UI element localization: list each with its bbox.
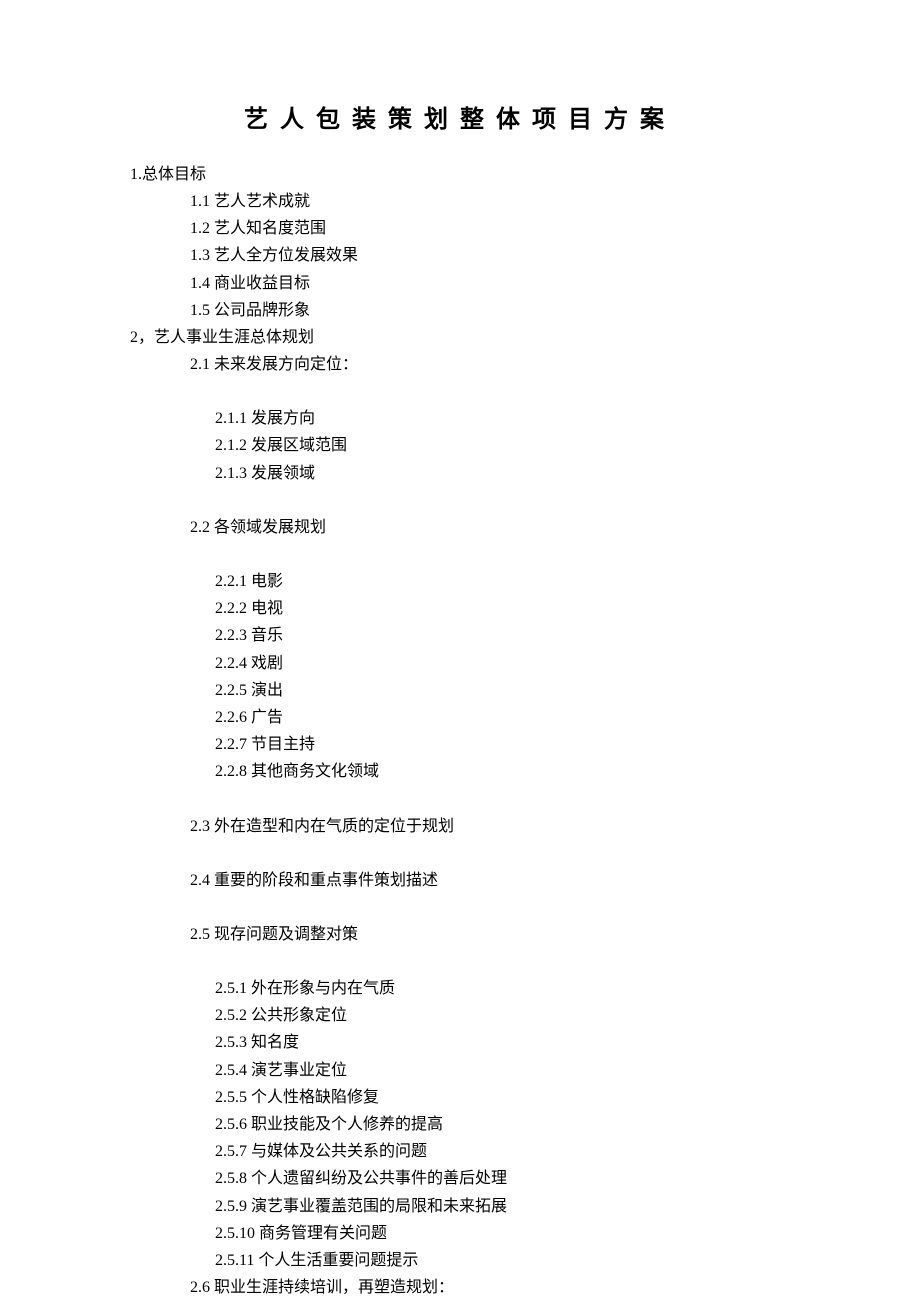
outline-item: 2.2.3 音乐 [215, 622, 790, 649]
outline-item: 1.总体目标 [130, 161, 790, 188]
outline-item: 2.5.10 商务管理有关问题 [215, 1220, 790, 1247]
outline-item: 2.5.6 职业技能及个人修养的提高 [215, 1111, 790, 1138]
outline-spacer [130, 378, 790, 405]
outline-item: 2.4 重要的阶段和重点事件策划描述 [190, 867, 790, 894]
outline-item: 2.1 未来发展方向定位： [190, 351, 790, 378]
outline-item: 2.5.5 个人性格缺陷修复 [215, 1084, 790, 1111]
outline-item: 2.2.1 电影 [215, 568, 790, 595]
outline-item: 2.1.1 发展方向 [215, 405, 790, 432]
outline-spacer [130, 840, 790, 867]
outline-item: 2.5.9 演艺事业覆盖范围的局限和未来拓展 [215, 1193, 790, 1220]
outline-container: 1.总体目标1.1 艺人艺术成就1.2 艺人知名度范围1.3 艺人全方位发展效果… [130, 161, 790, 1302]
outline-item: 2.5 现存问题及调整对策 [190, 921, 790, 948]
document-title: 艺人包装策划整体项目方案 [130, 100, 790, 141]
outline-item: 2.2.6 广告 [215, 704, 790, 731]
outline-item: 2.5.11 个人生活重要问题提示 [215, 1247, 790, 1274]
outline-item: 2.5.8 个人遗留纠纷及公共事件的善后处理 [215, 1165, 790, 1192]
outline-spacer [130, 487, 790, 514]
outline-item: 1.3 艺人全方位发展效果 [190, 242, 790, 269]
outline-spacer [130, 786, 790, 813]
outline-item: 2.1.3 发展领域 [215, 460, 790, 487]
outline-item: 2.1.2 发展区域范围 [215, 432, 790, 459]
outline-item: 2.2 各领域发展规划 [190, 514, 790, 541]
outline-item: 2.5.2 公共形象定位 [215, 1002, 790, 1029]
outline-spacer [130, 541, 790, 568]
outline-item: 1.5 公司品牌形象 [190, 297, 790, 324]
outline-spacer [130, 894, 790, 921]
outline-item: 2.2.4 戏剧 [215, 650, 790, 677]
outline-item: 2.2.8 其他商务文化领域 [215, 758, 790, 785]
outline-spacer [130, 948, 790, 975]
outline-item: 2.5.4 演艺事业定位 [215, 1057, 790, 1084]
outline-item: 2.2.5 演出 [215, 677, 790, 704]
outline-item: 2.5.1 外在形象与内在气质 [215, 975, 790, 1002]
outline-item: 2.5.7 与媒体及公共关系的问题 [215, 1138, 790, 1165]
outline-item: 2.6 职业生涯持续培训，再塑造规划： [190, 1274, 790, 1301]
outline-item: 1.1 艺人艺术成就 [190, 188, 790, 215]
outline-item: 2，艺人事业生涯总体规划 [130, 324, 790, 351]
outline-item: 2.2.2 电视 [215, 595, 790, 622]
outline-item: 2.3 外在造型和内在气质的定位于规划 [190, 813, 790, 840]
outline-item: 2.5.3 知名度 [215, 1029, 790, 1056]
outline-item: 1.4 商业收益目标 [190, 270, 790, 297]
outline-item: 1.2 艺人知名度范围 [190, 215, 790, 242]
outline-item: 2.2.7 节目主持 [215, 731, 790, 758]
